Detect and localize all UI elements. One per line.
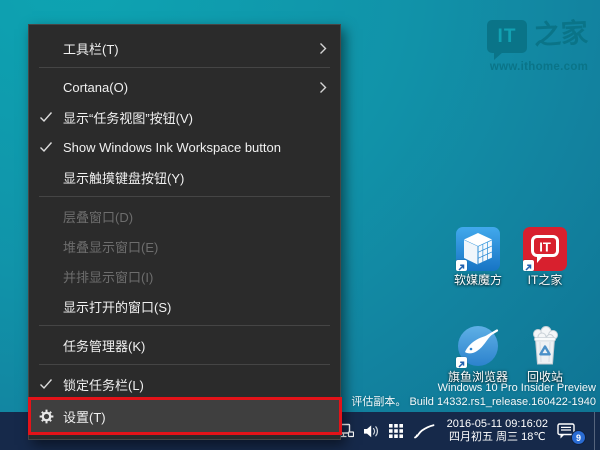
ithome-home-text: 之家	[533, 17, 589, 52]
desktop-icon-ithome[interactable]: IT IT之家	[512, 227, 578, 287]
chevron-right-icon	[319, 42, 327, 55]
menu-item-label: 并排显示窗口(I)	[63, 269, 154, 285]
menu-item-label: 显示“任务视图”按钮(V)	[63, 110, 193, 126]
show-desktop-button[interactable]	[594, 412, 595, 450]
menu-item-lock-the-taskbar[interactable]: 锁定任务栏(L)	[29, 369, 340, 399]
volume-icon[interactable]	[363, 424, 380, 439]
menu-item-settings[interactable]: 设置(T)	[29, 399, 340, 433]
menu-item-show-windows-side-by-side: 并排显示窗口(I)	[29, 261, 340, 291]
menu-item-show-open-windows[interactable]: 显示打开的窗口(S)	[29, 291, 340, 321]
desktop: IT 之家 www.ithome.com 软媒魔方 IT IT之家 旗鱼浏览器 …	[0, 0, 600, 450]
menu-item-show-touch-keyboard-button[interactable]: 显示触摸键盘按钮(Y)	[29, 162, 340, 192]
menu-separator	[39, 325, 330, 326]
menu-item-show-windows-stacked: 堆叠显示窗口(E)	[29, 231, 340, 261]
shortcut-arrow-icon	[456, 260, 467, 271]
ithome-app-icon: IT	[523, 227, 567, 271]
menu-item-label: 工具栏(T)	[63, 41, 119, 57]
taskbar-clock[interactable]: 2016-05-11 09:16:02 四月初五 周三 18℃	[447, 418, 548, 444]
menu-item-cortana[interactable]: Cortana(O)	[29, 72, 340, 102]
chevron-right-icon	[319, 81, 327, 94]
windows-ink-pen-icon[interactable]	[413, 423, 435, 439]
menu-item-label: Show Windows Ink Workspace button	[63, 139, 281, 155]
menu-item-task-manager[interactable]: 任务管理器(K)	[29, 330, 340, 360]
menu-separator	[39, 364, 330, 365]
shortcut-arrow-icon	[456, 357, 467, 368]
ithome-logo-row: IT 之家	[487, 17, 599, 60]
watermark-line2: 评估副本。 Build 14332.rs1_release.160422-194…	[351, 395, 596, 408]
desktop-icon-label: 软媒魔方	[453, 273, 502, 287]
menu-item-show-windows-ink-workspace-button[interactable]: Show Windows Ink Workspace button	[29, 132, 340, 162]
desktop-icon-ruanmei[interactable]: 软媒魔方	[445, 227, 511, 287]
action-center-button[interactable]: 9	[556, 418, 586, 445]
checkmark-icon	[29, 141, 63, 153]
shortcut-arrow-icon	[523, 260, 534, 271]
menu-item-label: 锁定任务栏(L)	[63, 377, 144, 393]
ithome-logo: IT 之家 www.ithome.com	[487, 17, 599, 73]
menu-item-label: Cortana(O)	[63, 79, 129, 95]
checkmark-icon	[29, 378, 63, 390]
grid-icon[interactable]	[388, 423, 404, 439]
clock-lunar-weather: 四月初五 周三 18℃	[448, 431, 546, 443]
ithome-url: www.ithome.com	[489, 61, 589, 73]
menu-item-label: 任务管理器(K)	[63, 338, 146, 354]
ithome-it-icon: IT	[487, 20, 527, 60]
menu-item-toolbars[interactable]: 工具栏(T)	[29, 33, 340, 63]
menu-separator	[39, 67, 330, 68]
menu-item-label: 设置(T)	[63, 409, 106, 425]
checkmark-icon	[29, 111, 63, 123]
gear-icon	[29, 409, 63, 424]
menu-separator	[39, 196, 330, 197]
watermark-line1: Windows 10 Pro Insider Preview	[437, 382, 596, 394]
menu-item-label: 显示触摸键盘按钮(Y)	[63, 170, 185, 186]
desktop-icon-qiyu-browser[interactable]: 旗鱼浏览器	[445, 324, 511, 384]
menu-item-cascade-windows: 层叠窗口(D)	[29, 201, 340, 231]
svg-text:IT: IT	[539, 240, 551, 255]
notification-count-badge: 9	[571, 430, 586, 445]
recycle-bin-icon	[523, 324, 567, 368]
menu-item-label: 堆叠显示窗口(E)	[63, 239, 159, 255]
menu-item-show-task-view-button[interactable]: 显示“任务视图”按钮(V)	[29, 102, 340, 132]
insider-watermark: Windows 10 Pro Insider Preview 评估副本。 Bui…	[351, 382, 596, 409]
ruanmei-icon	[456, 227, 500, 271]
clock-date-time: 2016-05-11 09:16:02	[446, 418, 548, 430]
menu-item-label: 层叠窗口(D)	[63, 209, 134, 225]
taskbar-context-menu: 工具栏(T) Cortana(O) 显示“任务视图”按钮(V) Show Win…	[28, 24, 342, 440]
menu-item-label: 显示打开的窗口(S)	[63, 299, 172, 315]
desktop-icon-label: IT之家	[527, 273, 563, 287]
qiyu-browser-icon	[456, 324, 500, 368]
system-tray	[336, 423, 435, 439]
desktop-icon-recycle-bin[interactable]: 回收站	[512, 324, 578, 384]
